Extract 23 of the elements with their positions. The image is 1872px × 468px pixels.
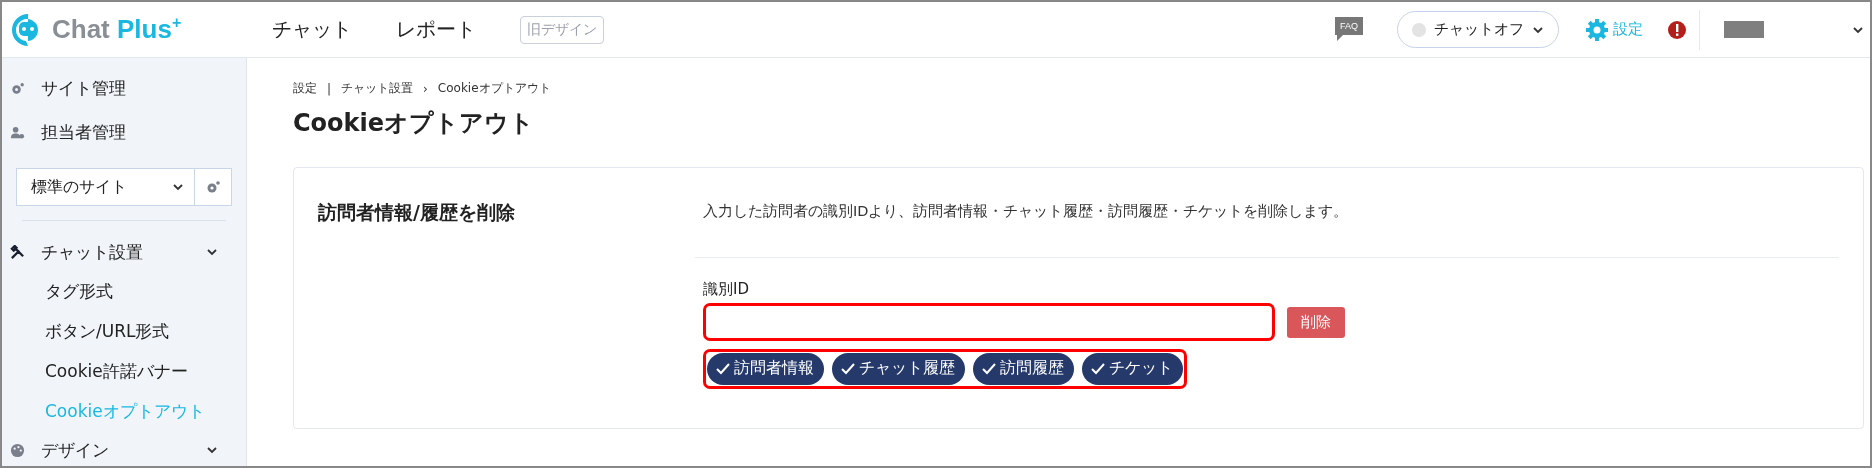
option-toggle[interactable]: チャット履歴 xyxy=(832,353,965,385)
sidebar-subitem[interactable]: Cookie許諾バナー xyxy=(2,351,246,391)
description-text: 入力した訪問者の識別IDより、訪問者情報・チャット履歴・訪問履歴・チケットを削除します。 xyxy=(703,202,1350,221)
sidebar-section[interactable]: チャット設置 xyxy=(2,233,246,271)
breadcrumb-separator: › xyxy=(423,81,428,96)
sidebar-item[interactable]: 担当者管理 xyxy=(2,110,246,154)
field-label: 識別ID xyxy=(703,280,750,299)
breadcrumb-link[interactable]: チャット設置 xyxy=(341,80,414,97)
sidebar-subitem[interactable]: タグ形式 xyxy=(2,271,246,311)
section-title: 訪問者情報/履歴を削除 xyxy=(318,201,515,223)
option-toggle[interactable]: チケット xyxy=(1082,353,1183,385)
nav-link[interactable]: レポート xyxy=(396,16,476,43)
sidebar-item[interactable]: サイト管理 xyxy=(2,66,246,110)
sidebar-subitem[interactable]: ボタン/URL形式 xyxy=(2,311,246,351)
nav-link[interactable]: チャット xyxy=(272,16,352,43)
breadcrumb-separator: | xyxy=(327,81,332,96)
option-toggle[interactable]: 訪問者情報 xyxy=(707,353,824,385)
breadcrumb-link[interactable]: 設定 xyxy=(293,80,317,97)
option-toggle[interactable]: 訪問履歴 xyxy=(973,353,1074,385)
logo-text: Chat Plus$^{+}$ xyxy=(52,14,182,45)
page-title: Cookieオプトアウト xyxy=(293,108,536,139)
delete-button[interactable]: 削除 xyxy=(1287,306,1345,338)
sidebar-section[interactable]: デザイン xyxy=(2,431,246,466)
